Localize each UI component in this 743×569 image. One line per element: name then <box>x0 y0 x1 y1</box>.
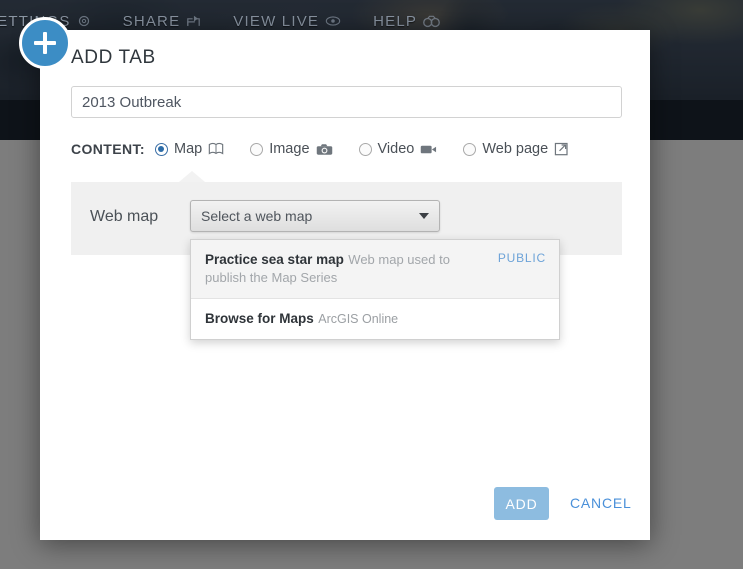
radio-image-label: Image <box>269 141 309 157</box>
webmap-label: Web map <box>90 208 158 226</box>
webmap-select[interactable]: Select a web map <box>190 200 440 232</box>
add-tab-plus-button[interactable] <box>19 17 71 69</box>
dropdown-item-name-browse: Browse for Maps <box>205 311 314 326</box>
radio-option-web-page[interactable]: Web page <box>463 141 569 157</box>
radio-web-page-indicator[interactable] <box>463 143 476 156</box>
app-root: SETTINGS SHARE VIEW LIVE <box>0 0 743 569</box>
radio-video-indicator[interactable] <box>359 143 372 156</box>
dropdown-item-subtitle-browse: ArcGIS Online <box>318 312 398 326</box>
content-type-row: CONTENT: Map Image <box>71 138 595 160</box>
tab-title-input[interactable] <box>71 86 622 118</box>
radio-map-label: Map <box>174 141 202 157</box>
webmap-dropdown-list: Practice sea star map Web map used to pu… <box>190 239 560 340</box>
map-icon <box>208 142 224 156</box>
radio-option-image[interactable]: Image <box>250 141 332 157</box>
camera-icon <box>316 143 333 156</box>
dropdown-item-browse-for-maps[interactable]: Browse for Maps ArcGIS Online <box>191 299 559 339</box>
dropdown-item-name: Practice sea star map <box>205 252 344 267</box>
radio-option-map[interactable]: Map <box>155 141 224 157</box>
webmap-select-value: Select a web map <box>201 208 419 224</box>
radio-video-label: Video <box>378 141 415 157</box>
video-camera-icon <box>420 144 437 155</box>
panel-caret-indicator <box>179 171 205 182</box>
chevron-down-icon <box>419 213 429 219</box>
radio-option-video[interactable]: Video <box>359 141 438 157</box>
content-label: CONTENT: <box>71 141 145 157</box>
dropdown-item-practice-sea-star-map[interactable]: Practice sea star map Web map used to pu… <box>191 240 559 299</box>
radio-image-indicator[interactable] <box>250 143 263 156</box>
radio-map-indicator[interactable] <box>155 143 168 156</box>
add-button[interactable]: ADD <box>494 487 549 520</box>
external-link-icon <box>554 142 569 156</box>
cancel-button[interactable]: CANCEL <box>564 494 638 512</box>
radio-web-page-label: Web page <box>482 141 548 157</box>
status-badge-public: PUBLIC <box>498 251 546 265</box>
plus-icon-vertical <box>43 32 47 54</box>
dialog-title: ADD TAB <box>71 47 156 69</box>
